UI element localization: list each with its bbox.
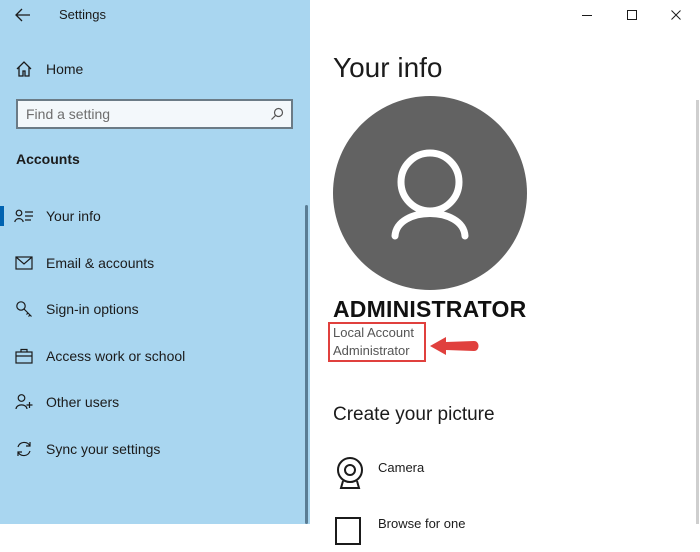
sidebar-item-label: Sign-in options: [46, 301, 139, 317]
person-card-icon: [14, 206, 34, 226]
key-icon: [14, 299, 34, 319]
maximize-icon: [627, 10, 637, 20]
sidebar-item-label: Home: [46, 61, 84, 77]
minimize-icon: [582, 15, 592, 16]
maximize-button[interactable]: [610, 0, 654, 30]
sidebar: Settings Home Accounts Your info Email &…: [0, 0, 310, 524]
camera-label: Camera: [378, 460, 425, 475]
sidebar-item-home[interactable]: Home: [0, 50, 310, 88]
sidebar-item-sign-in-options[interactable]: Sign-in options: [0, 290, 310, 328]
briefcase-icon: [14, 346, 34, 366]
person-add-icon: [14, 392, 34, 412]
search-box[interactable]: [16, 99, 293, 129]
sidebar-item-access-work[interactable]: Access work or school: [0, 337, 310, 375]
sidebar-item-your-info[interactable]: Your info: [0, 197, 310, 235]
back-button[interactable]: [10, 5, 36, 25]
back-arrow-icon: [15, 8, 30, 22]
sidebar-item-label: Email & accounts: [46, 255, 155, 271]
sidebar-item-sync-settings[interactable]: Sync your settings: [0, 430, 310, 468]
page-title: Your info: [333, 52, 443, 83]
sidebar-item-other-users[interactable]: Other users: [0, 383, 310, 421]
sync-icon: [14, 439, 34, 459]
browse-option[interactable]: Browse for one: [333, 510, 673, 550]
account-type-line-2: Administrator: [333, 343, 410, 358]
mail-icon: [14, 253, 34, 273]
minimize-button[interactable]: [565, 0, 609, 30]
close-button[interactable]: [654, 0, 698, 30]
sidebar-scrollbar[interactable]: [305, 205, 308, 524]
home-icon: [14, 59, 34, 79]
section-title-accounts: Accounts: [16, 151, 80, 167]
user-silhouette-icon: [391, 149, 469, 240]
sidebar-item-label: Other users: [46, 394, 120, 410]
main-scrollbar[interactable]: [696, 100, 699, 524]
browse-icon: [335, 517, 361, 545]
camera-option[interactable]: Camera: [333, 452, 673, 492]
annotation-arrow-icon: [430, 337, 479, 355]
sidebar-item-label: Access work or school: [46, 348, 186, 364]
app-title: Settings: [59, 7, 106, 22]
search-input[interactable]: [26, 105, 256, 123]
sidebar-item-label: Sync your settings: [46, 441, 161, 457]
sidebar-item-email-accounts[interactable]: Email & accounts: [0, 244, 310, 282]
sidebar-item-label: Your info: [46, 208, 101, 224]
close-icon: [671, 10, 681, 20]
camera-icon: [337, 457, 363, 489]
account-type-line-1: Local Account: [333, 325, 414, 340]
search-icon[interactable]: [269, 106, 285, 122]
avatar: [333, 96, 527, 290]
create-picture-title: Create your picture: [333, 404, 495, 425]
user-name: ADMINISTRATOR: [333, 296, 527, 322]
